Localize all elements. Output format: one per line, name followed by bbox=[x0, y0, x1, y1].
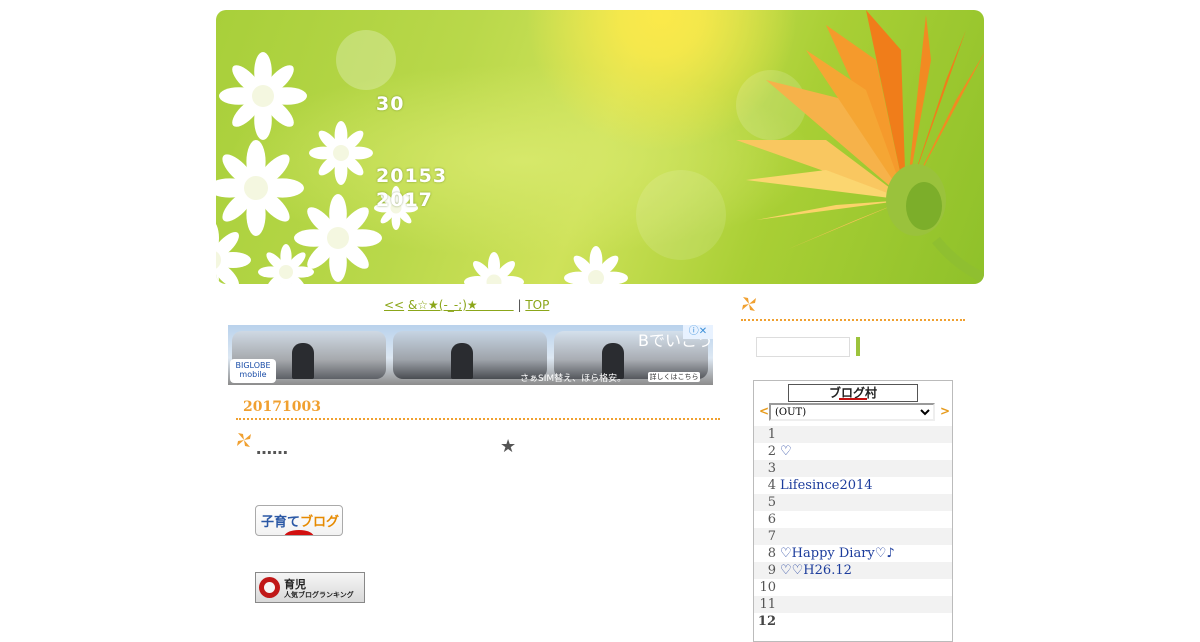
post-date: 20171003 bbox=[243, 399, 321, 415]
header-title-line1: 30 bbox=[376, 93, 405, 115]
star-icon: ★ bbox=[500, 436, 517, 457]
banner-label: 人気ブログランキング bbox=[284, 591, 354, 599]
rank-number: 2 bbox=[767, 444, 776, 459]
advertisement-banner[interactable]: BIGLOBE mobile Bでいこう さぁSIM替え、ほら格安。 詳しくはこ… bbox=[228, 325, 713, 385]
rank-blog-link[interactable]: ♡♡H26.12 bbox=[780, 562, 852, 579]
dotted-divider bbox=[741, 319, 965, 321]
rank-number: 1 bbox=[767, 427, 776, 442]
rank-number: 5 bbox=[767, 495, 776, 510]
logo-underline bbox=[839, 398, 867, 400]
blogmura-ranking-widget: ブログ村 < (OUT) > 1 2 ♡ 3 4 Lifesince2014 5 6… bbox=[753, 380, 953, 642]
rank-number: 3 bbox=[767, 461, 776, 476]
rank-blog-link[interactable]: Lifesince2014 bbox=[780, 477, 873, 494]
rank-number: 6 bbox=[767, 512, 776, 527]
kosodate-blog-banner[interactable]: 子育てブログ bbox=[255, 505, 343, 536]
ranking-row[interactable]: 6 bbox=[754, 511, 952, 528]
blogmura-logo[interactable]: ブログ村 bbox=[788, 384, 918, 402]
rank-number: 12 bbox=[757, 614, 776, 629]
category-select[interactable]: (OUT) bbox=[769, 403, 935, 421]
header-title-line3: 2017 bbox=[376, 189, 433, 211]
ad-detail-button[interactable]: 詳しくはこちら bbox=[648, 372, 700, 382]
pinwheel-icon bbox=[742, 297, 756, 311]
ranking-row[interactable]: 7 bbox=[754, 528, 952, 545]
rank-number: 7 bbox=[767, 529, 776, 544]
rank-number: 10 bbox=[759, 580, 776, 595]
prev-entry-link[interactable]: << bbox=[384, 298, 404, 312]
rank-blog-link[interactable]: ♡ bbox=[780, 443, 792, 460]
banner-label: ブログ bbox=[300, 515, 340, 530]
ikuji-ranking-banner[interactable]: 育児 人気ブログランキング bbox=[255, 572, 365, 603]
ranking-row[interactable]: 10 bbox=[754, 579, 952, 596]
post-title: …… bbox=[256, 439, 288, 458]
ad-close-icon[interactable]: ⓘ✕ bbox=[683, 325, 713, 339]
search-input[interactable] bbox=[756, 337, 850, 357]
rank-number: 9 bbox=[767, 563, 776, 578]
ranking-row[interactable]: 12 bbox=[754, 613, 952, 630]
ranking-row[interactable]: 4 Lifesince2014 bbox=[754, 477, 952, 494]
ranking-row[interactable]: 3 bbox=[754, 460, 952, 477]
gerbera-flower-image bbox=[736, 10, 984, 283]
dotted-divider bbox=[236, 418, 720, 420]
header-title-line2: 20153 bbox=[376, 165, 448, 187]
ranking-row[interactable]: 5 bbox=[754, 494, 952, 511]
banner-red-arc bbox=[284, 530, 314, 535]
ad-tagline: さぁSIM替え、ほら格安。 bbox=[520, 374, 627, 384]
ranking-row[interactable]: 2 ♡ bbox=[754, 443, 952, 460]
rank-number: 4 bbox=[767, 478, 776, 493]
banner-label: 子育て bbox=[261, 515, 301, 530]
ranking-logo-icon bbox=[259, 577, 280, 598]
prev-category-arrow[interactable]: < bbox=[759, 404, 769, 418]
nav-separator: | bbox=[517, 298, 522, 312]
top-link[interactable]: TOP bbox=[525, 298, 549, 312]
rank-number: 11 bbox=[759, 597, 776, 612]
ranking-row[interactable]: 8 ♡Happy Diary♡♪ bbox=[754, 545, 952, 562]
rank-number: 8 bbox=[767, 546, 776, 561]
ad-person-silhouette bbox=[451, 343, 473, 379]
ranking-row[interactable]: 11 bbox=[754, 596, 952, 613]
entry-navigation: << &☆★(-_-;)★ | TOP bbox=[384, 296, 549, 313]
entry-title-link[interactable]: &☆★(-_-;)★ bbox=[408, 298, 514, 312]
search-button[interactable] bbox=[856, 337, 860, 356]
ranking-row[interactable]: 9 ♡♡H26.12 bbox=[754, 562, 952, 579]
blog-header: 30 20153 2017 bbox=[216, 10, 984, 284]
rank-blog-link[interactable]: ♡Happy Diary♡♪ bbox=[780, 545, 895, 562]
ad-brand-logo: BIGLOBE mobile bbox=[230, 359, 276, 383]
ad-person-silhouette bbox=[292, 343, 314, 379]
ranking-row[interactable]: 1 bbox=[754, 426, 952, 443]
pinwheel-icon bbox=[237, 433, 251, 447]
next-category-arrow[interactable]: > bbox=[940, 404, 950, 418]
